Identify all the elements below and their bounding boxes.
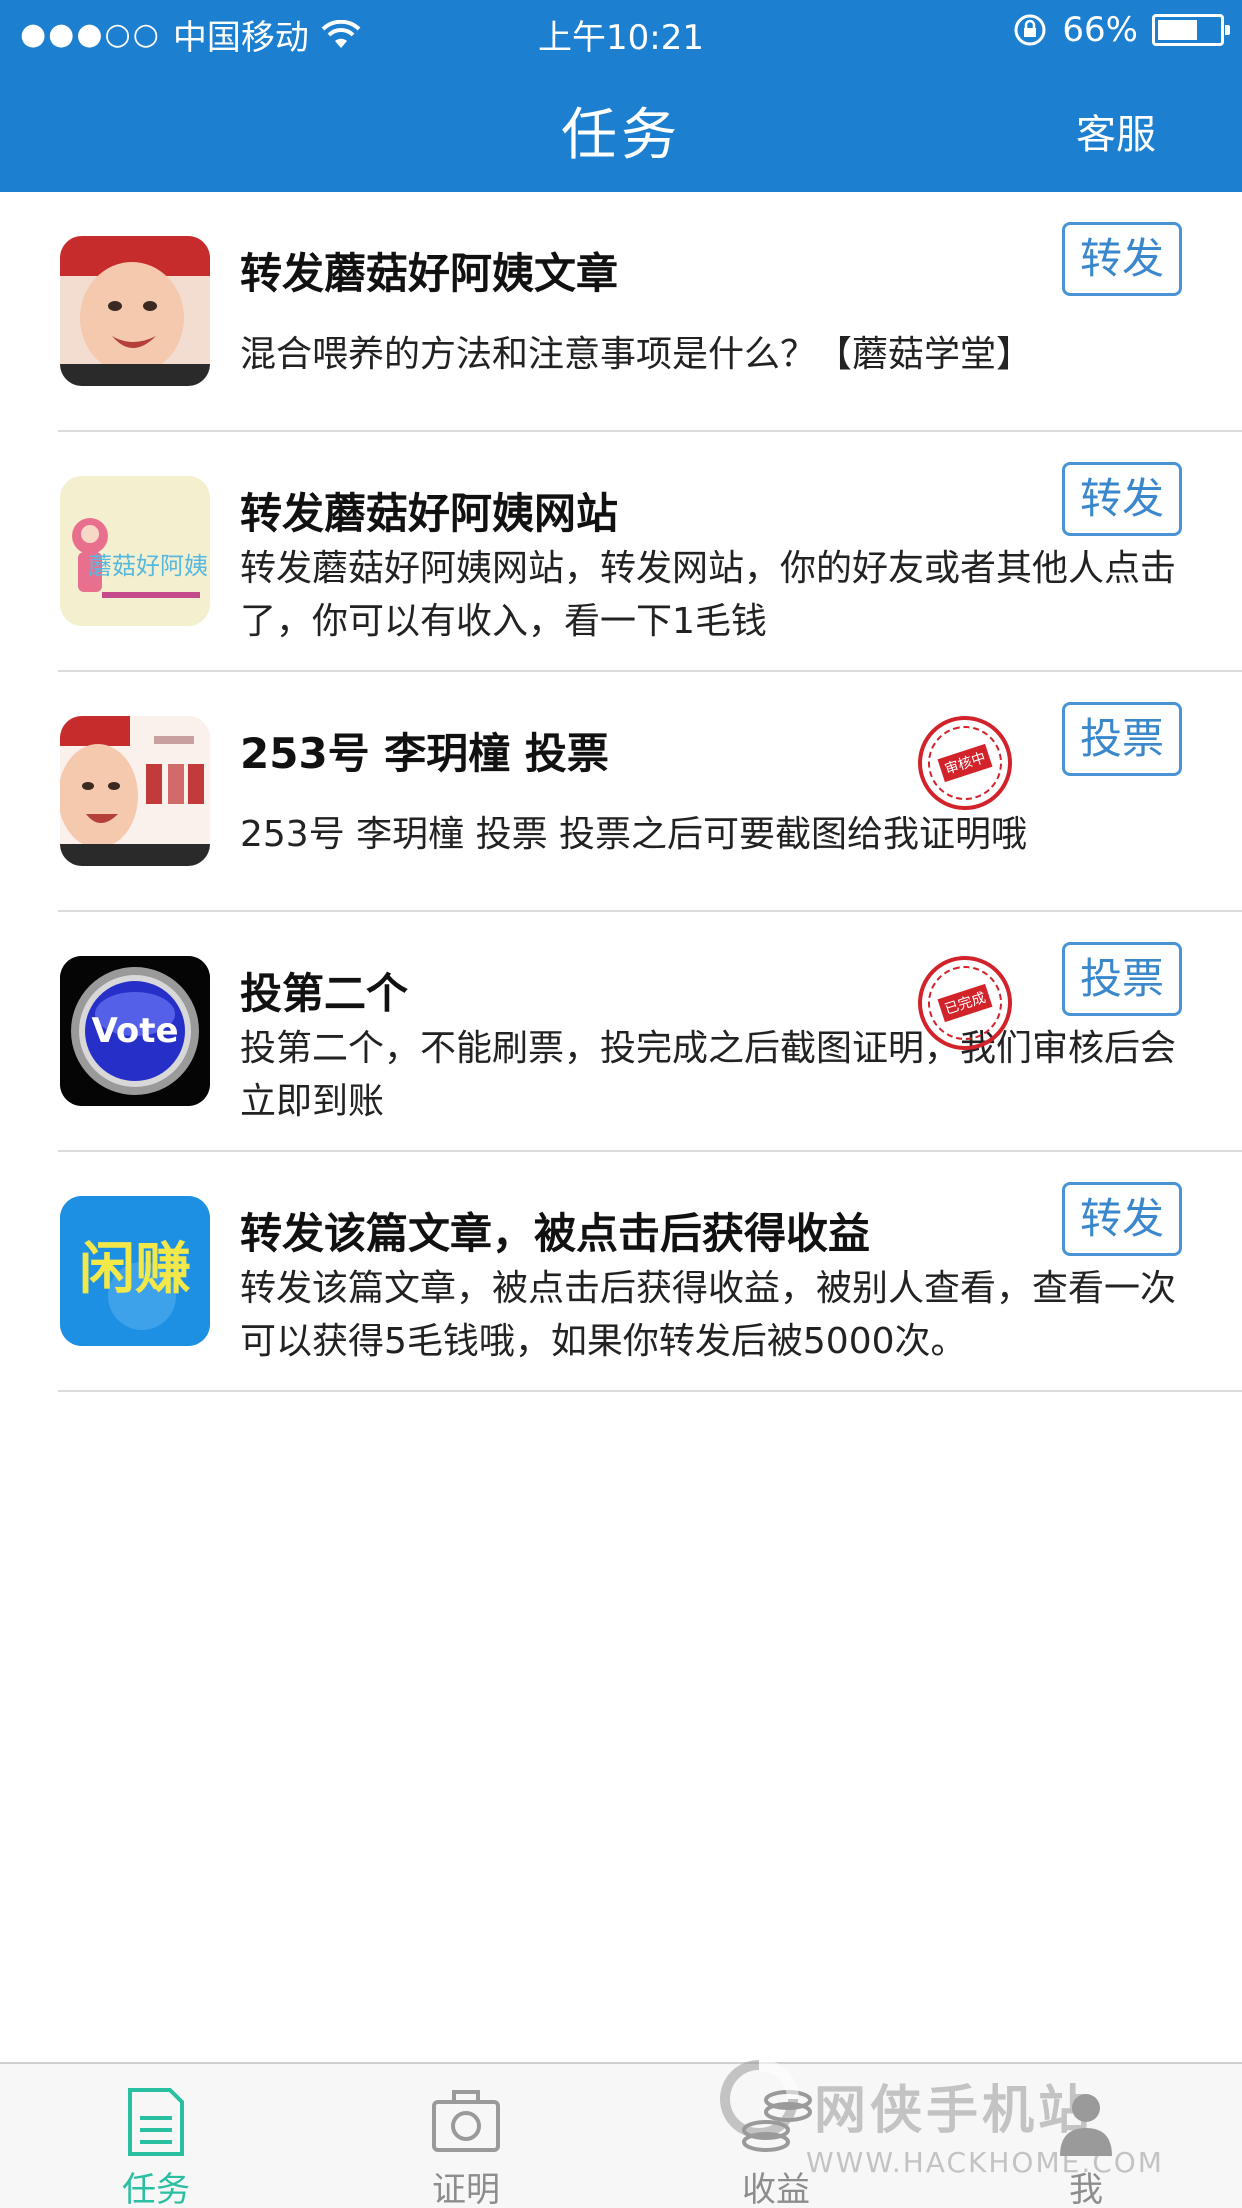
battery-fill <box>1158 20 1197 40</box>
stamp-inner-ring: 已完成 <box>918 956 1012 1050</box>
person-icon <box>1060 2094 1112 2156</box>
rotation-lock-icon <box>1014 14 1046 46</box>
task-row[interactable]: 253号 李玥橦 投票 253号 李玥橦 投票 投票之后可要截图给我证明哦 投票… <box>0 672 1242 912</box>
task-title: 转发蘑菇好阿姨文章 <box>240 249 619 298</box>
stamp-label: 审核中 <box>937 743 993 783</box>
tab-proof[interactable]: 证明 <box>366 2064 566 2208</box>
battery-tip <box>1225 25 1230 35</box>
stamp-inner-ring: 审核中 <box>918 716 1012 810</box>
task-row[interactable]: Vote 投第二个 投第二个，不能刷票，投完成之后截图证明，我们审核后会立即到账… <box>0 912 1242 1152</box>
baby-vote-photo-icon <box>60 716 210 866</box>
battery-icon <box>1152 14 1230 46</box>
task-row[interactable]: 转发蘑菇好阿姨文章 混合喂养的方法和注意事项是什么？【蘑菇学堂】 转发 <box>0 192 1242 432</box>
task-description: 混合喂养的方法和注意事项是什么？【蘑菇学堂】 <box>240 334 1033 375</box>
tab-label: 证明 <box>432 2170 500 2208</box>
task-title: 投第二个 <box>240 969 409 1018</box>
mogu-logo-text: 蘑菇好阿姨 <box>88 552 208 580</box>
vote-button[interactable]: 投票 <box>1062 942 1182 1016</box>
camera-icon <box>432 2090 500 2152</box>
task-title: 253号 李玥橦 投票 <box>240 729 609 778</box>
xianzhuan-text: 闲赚 <box>79 1237 191 1302</box>
mogu-logo-icon: 蘑菇好阿姨 <box>60 476 210 626</box>
row-divider <box>58 1390 1242 1392</box>
status-stamp-reviewing: 审核中 <box>905 703 1025 823</box>
forward-button[interactable]: 转发 <box>1062 1182 1182 1256</box>
status-right: 66% <box>1012 10 1230 50</box>
task-title: 转发蘑菇好阿姨网站 <box>240 489 619 538</box>
tab-label: 收益 <box>742 2170 810 2208</box>
status-bar: ●●●○○ 中国移动 上午10:21 66% <box>0 0 1242 62</box>
task-description: 投第二个，不能刷票，投完成之后截图证明，我们审核后会立即到账 <box>240 1028 1177 1122</box>
task-description: 253号 李玥橦 投票 投票之后可要截图给我证明哦 <box>240 814 1028 855</box>
task-row[interactable]: 闲赚 转发该篇文章，被点击后获得收益 转发该篇文章，被点击后获得收益，被别人查看… <box>0 1152 1242 1392</box>
page-title: 任务 <box>561 103 681 168</box>
stamp-label: 已完成 <box>937 983 993 1023</box>
task-title: 转发该篇文章，被点击后获得收益 <box>240 1209 871 1258</box>
vote-text: Vote <box>91 1011 178 1051</box>
task-thumbnail-baby-photo <box>60 236 210 386</box>
baby-photo-icon <box>60 236 210 386</box>
task-thumbnail-baby-vote-photo <box>60 716 210 866</box>
battery-percent: 66% <box>1062 10 1138 50</box>
tab-me[interactable]: 我 <box>986 2064 1186 2208</box>
customer-service-button[interactable]: 客服 <box>1076 102 1156 160</box>
task-description: 转发蘑菇好阿姨网站，转发网站，你的好友或者其他人点击了，你可以有收入，看一下1毛… <box>240 548 1177 642</box>
tab-label: 任务 <box>122 2170 190 2208</box>
task-thumbnail-mogu-logo: 蘑菇好阿姨 <box>60 476 210 626</box>
vote-button[interactable]: 投票 <box>1062 702 1182 776</box>
task-thumbnail-vote-button: Vote <box>60 956 210 1106</box>
tab-label: 我 <box>1069 2170 1103 2208</box>
vote-button-icon: Vote <box>60 956 210 1106</box>
tab-earnings[interactable]: 收益 <box>676 2064 876 2208</box>
nav-header: ●●●○○ 中国移动 上午10:21 66% 任务 客服 <box>0 0 1242 192</box>
task-row[interactable]: 蘑菇好阿姨 转发蘑菇好阿姨网站 转发蘑菇好阿姨网站，转发网站，你的好友或者其他人… <box>0 432 1242 672</box>
xianzhuan-logo-icon: 闲赚 <box>60 1196 210 1346</box>
tab-bar: 任务 证明 收益 我 <box>0 2062 1242 2208</box>
document-icon <box>128 2088 184 2156</box>
forward-button[interactable]: 转发 <box>1062 462 1182 536</box>
task-description: 转发该篇文章，被点击后获得收益，被别人查看，查看一次可以获得5毛钱哦，如果你转发… <box>240 1268 1177 1362</box>
coins-icon <box>742 2090 812 2152</box>
tab-task[interactable]: 任务 <box>56 2064 256 2208</box>
task-thumbnail-xianzhuan-logo: 闲赚 <box>60 1196 210 1346</box>
forward-button[interactable]: 转发 <box>1062 222 1182 296</box>
